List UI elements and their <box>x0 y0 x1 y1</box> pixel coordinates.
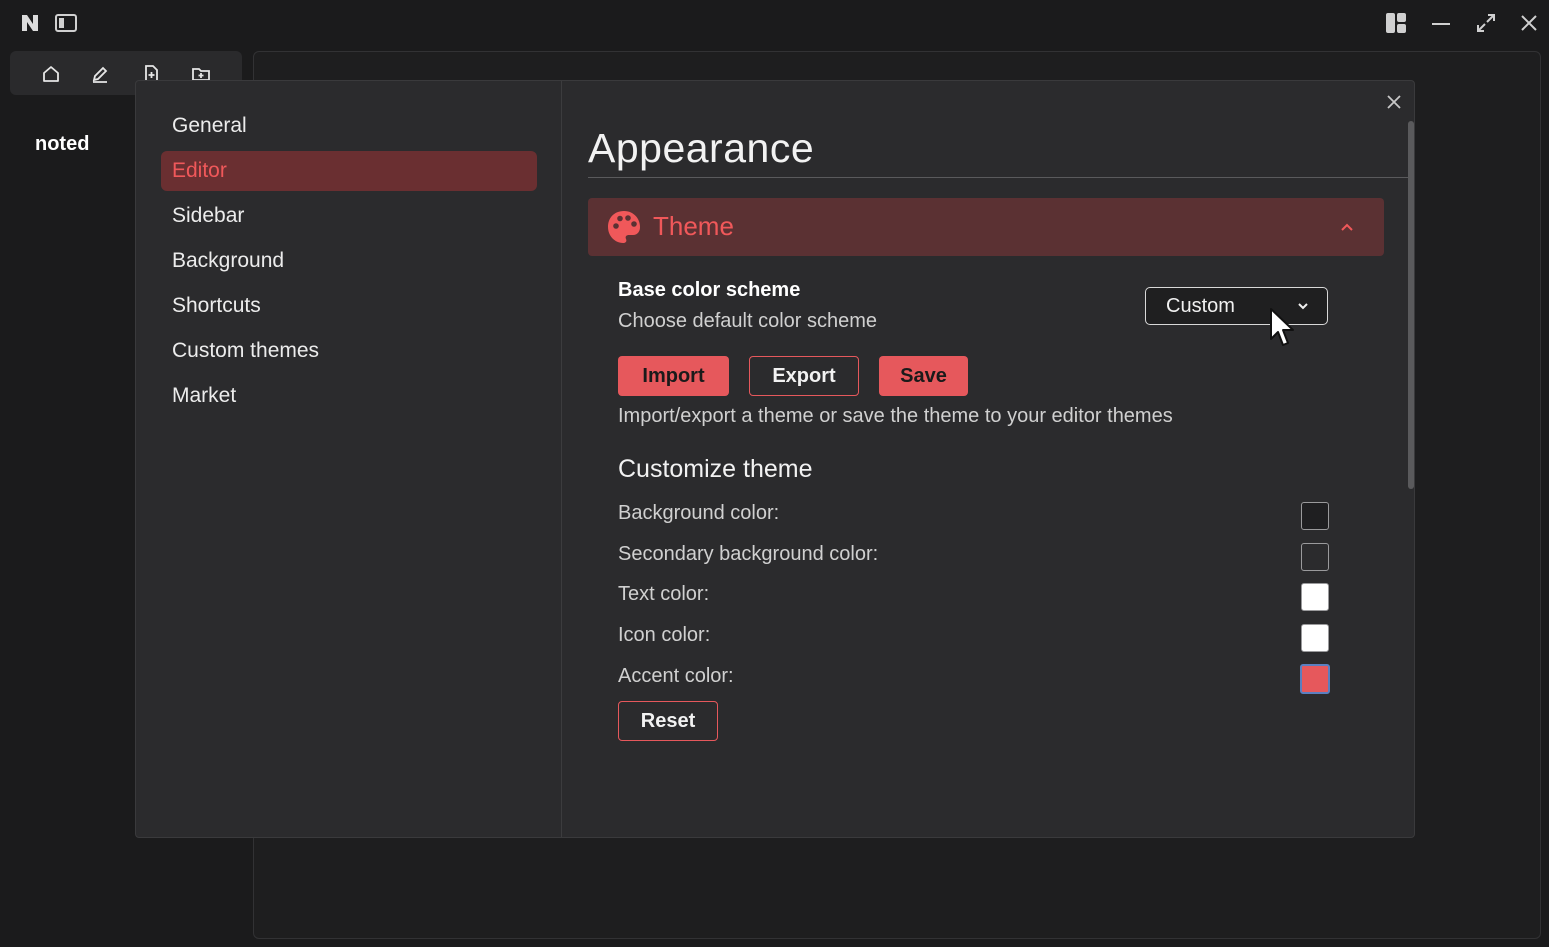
accent-color-swatch[interactable] <box>1300 664 1330 694</box>
import-button[interactable]: Import <box>618 356 729 396</box>
base-color-scheme-description: Choose default color scheme <box>618 310 878 332</box>
layout-icon[interactable] <box>1383 10 1409 36</box>
text-color-label: Text color: <box>618 583 710 605</box>
secondary-background-color-label: Secondary background color: <box>618 543 879 565</box>
chevron-up-icon[interactable] <box>1338 218 1356 236</box>
palette-icon <box>606 209 642 245</box>
settings-scrollbar[interactable] <box>1408 121 1414 489</box>
sidebar-toggle-icon[interactable] <box>53 10 79 36</box>
minimize-icon[interactable] <box>1428 10 1454 36</box>
nav-item-background[interactable]: Background <box>161 241 537 281</box>
mouse-cursor-icon <box>1269 307 1299 349</box>
settings-modal: General Editor Sidebar Background Shortc… <box>135 80 1415 838</box>
close-icon[interactable] <box>1516 10 1542 36</box>
maximize-icon[interactable] <box>1473 10 1499 36</box>
settings-nav: General Editor Sidebar Background Shortc… <box>136 81 562 837</box>
nav-item-editor[interactable]: Editor <box>161 151 537 191</box>
secondary-background-color-swatch[interactable] <box>1301 543 1329 571</box>
nav-item-market[interactable]: Market <box>161 376 537 416</box>
modal-close-icon[interactable] <box>1383 91 1405 113</box>
customize-theme-heading: Customize theme <box>618 455 813 483</box>
background-color-label: Background color: <box>618 502 780 524</box>
text-color-swatch[interactable] <box>1301 583 1329 611</box>
export-button[interactable]: Export <box>749 356 859 396</box>
icon-color-label: Icon color: <box>618 624 711 646</box>
reset-button[interactable]: Reset <box>618 701 718 741</box>
edit-icon[interactable] <box>89 63 111 85</box>
color-scheme-selected: Custom <box>1166 295 1235 317</box>
app-brand: noted <box>35 133 90 155</box>
nav-item-custom-themes[interactable]: Custom themes <box>161 331 537 371</box>
home-icon[interactable] <box>40 63 62 85</box>
save-button[interactable]: Save <box>879 356 968 396</box>
title-divider <box>588 177 1408 178</box>
background-color-swatch[interactable] <box>1301 502 1329 530</box>
theme-section-label: Theme <box>653 211 734 241</box>
nav-item-general[interactable]: General <box>161 106 537 146</box>
theme-section-header[interactable]: Theme <box>588 198 1384 256</box>
page-title: Appearance <box>588 125 815 171</box>
app-logo-icon[interactable] <box>17 10 43 36</box>
base-color-scheme-title: Base color scheme <box>618 279 801 301</box>
nav-item-sidebar[interactable]: Sidebar <box>161 196 537 236</box>
icon-color-swatch[interactable] <box>1301 624 1329 652</box>
nav-item-shortcuts[interactable]: Shortcuts <box>161 286 537 326</box>
import-export-description: Import/export a theme or save the theme … <box>618 405 1173 427</box>
title-bar <box>0 0 1549 46</box>
color-scheme-select[interactable]: Custom <box>1145 287 1328 325</box>
accent-color-label: Accent color: <box>618 665 734 687</box>
